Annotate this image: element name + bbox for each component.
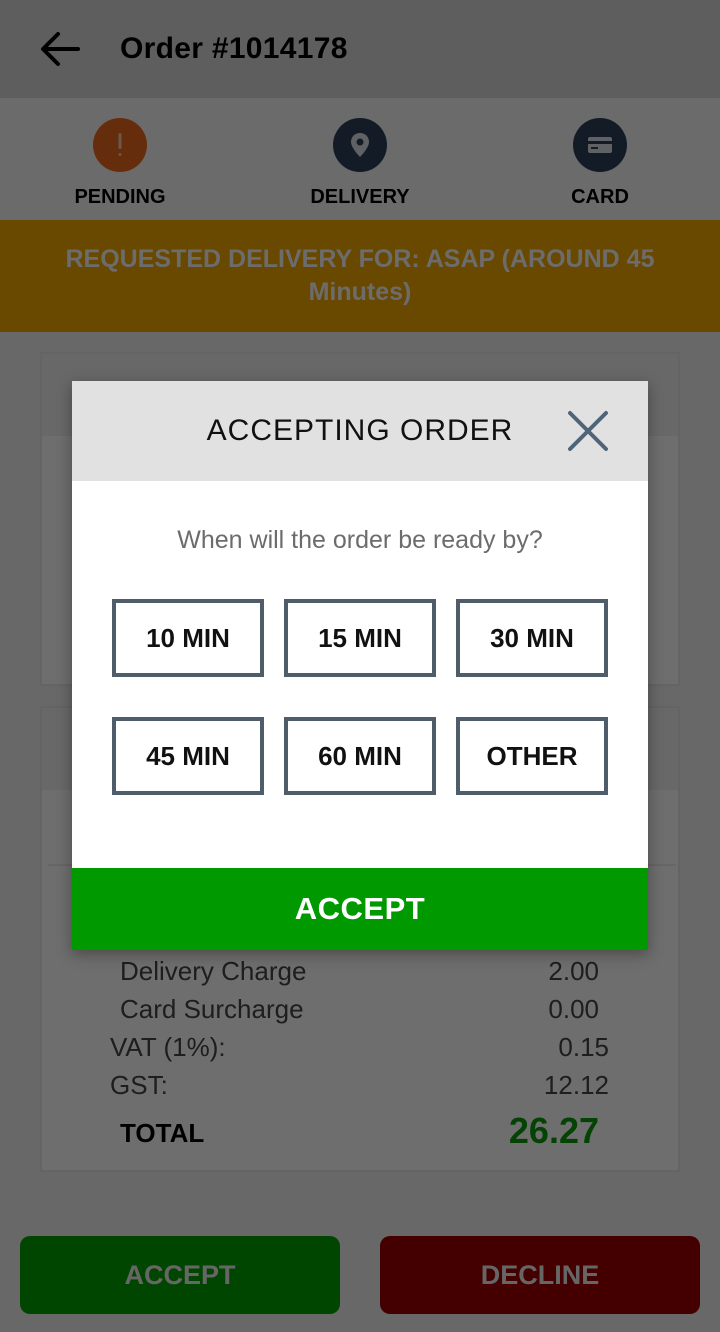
close-button[interactable] [564, 407, 612, 455]
dialog-header: ACCEPTING ORDER [72, 381, 648, 481]
dialog-prompt: When will the order be ready by? [177, 526, 543, 554]
time-option-60-min[interactable]: 60 MIN [284, 717, 436, 795]
dialog-accept-button[interactable]: ACCEPT [72, 868, 648, 950]
time-option-15-min[interactable]: 15 MIN [284, 599, 436, 677]
dialog-title: ACCEPTING ORDER [206, 414, 514, 447]
accepting-order-dialog: ACCEPTING ORDER When will the order be r… [72, 381, 648, 950]
time-option-10-min[interactable]: 10 MIN [112, 599, 264, 677]
time-option-30-min[interactable]: 30 MIN [456, 599, 608, 677]
time-option-other[interactable]: OTHER [456, 717, 608, 795]
close-icon [568, 411, 608, 451]
time-option-45-min[interactable]: 45 MIN [112, 717, 264, 795]
